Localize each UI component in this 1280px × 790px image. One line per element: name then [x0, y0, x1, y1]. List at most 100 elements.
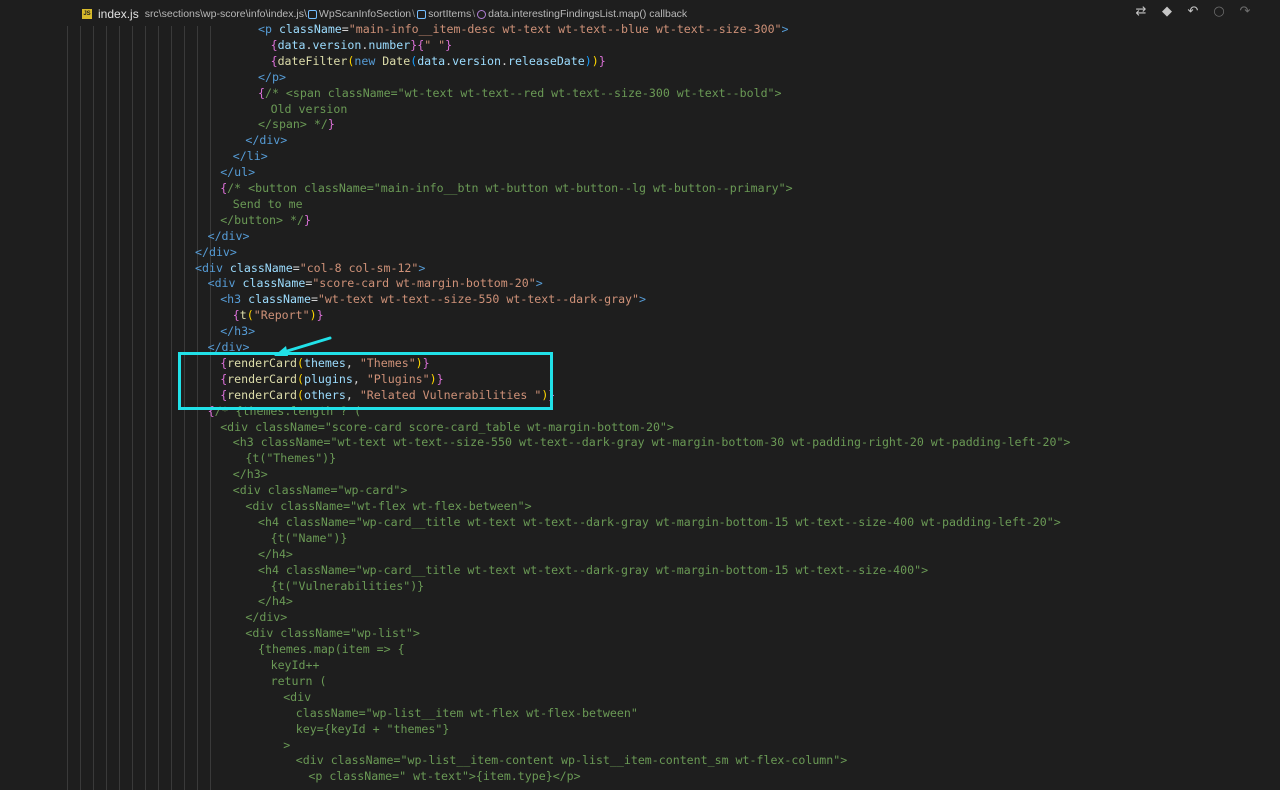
code-token: "wt-text wt-text--size-550 wt-text--dark…: [317, 292, 640, 307]
code-token: return (: [270, 673, 327, 688]
code-token: version: [312, 37, 362, 52]
code-line: <div className="wp-list">: [245, 625, 420, 641]
code-token: className: [248, 292, 311, 307]
code-token: releaseDate: [507, 53, 585, 68]
code-line: Old version: [271, 101, 348, 117]
code-line: key={keyId + "themes"}: [296, 721, 450, 737]
code-token: t: [239, 308, 247, 323]
code-token: <div className="wp-list__item-content wp…: [295, 753, 848, 768]
code-line: {/* <span className="wt-text wt-text--re…: [258, 85, 782, 101]
code-line: <p className="main-info__item-desc wt-te…: [258, 21, 789, 37]
code-token: {t("Vulnerabilities")}: [270, 578, 425, 593]
code-token: Old version: [270, 101, 348, 116]
code-line: {t("Report")}: [233, 307, 324, 323]
code-token: <h3: [220, 292, 249, 307]
code-token: <div className="wp-card">: [232, 483, 408, 498]
code-token: <div className="wp-list">: [245, 626, 420, 641]
go-forward-icon[interactable]: ↷: [1238, 5, 1252, 19]
code-line: {data.version.number}{" "}: [271, 37, 453, 53]
code-token: >: [639, 292, 646, 307]
code-token: "score-card wt-margin-bottom-20": [312, 276, 536, 291]
code-token: <div className="wt-flex wt-flex-between"…: [245, 499, 532, 513]
code-token: <p className=" wt-text">{item.type}</p>: [308, 769, 581, 784]
code-token: new: [354, 53, 383, 68]
code-line: </div>: [245, 609, 287, 625]
breadcrumb-separator: \: [472, 8, 476, 20]
code-token: className: [278, 22, 342, 36]
code-line: </h3>: [220, 323, 255, 339]
code-token: data: [417, 53, 446, 68]
code-line: {themes.map(item => {: [258, 641, 405, 657]
code-token: ): [309, 308, 317, 323]
code-token: (: [246, 308, 254, 323]
code-token: </h4>: [258, 546, 293, 561]
git-icon[interactable]: ◆: [1160, 5, 1174, 19]
code-line: {/* <button className="main-info__btn wt…: [220, 180, 792, 196]
code-token: "col-8 col-sm-12": [299, 260, 419, 275]
code-line: <p className=" wt-text">{item.type}</p>: [308, 768, 580, 784]
code-line: <h3 className="wt-text wt-text--size-550…: [233, 434, 1071, 450]
code-token: <div: [283, 689, 312, 704]
code-line: {t("Vulnerabilities")}: [271, 578, 425, 594]
code-token: </button> */: [220, 212, 304, 227]
code-line: </h4>: [258, 593, 293, 609]
code-token: </div>: [207, 228, 250, 243]
breadcrumb-method[interactable]: sortItems: [428, 8, 471, 20]
code-token: {t("Themes")}: [245, 451, 337, 466]
code-token: >: [283, 737, 291, 752]
code-token: =: [310, 292, 318, 307]
code-token: key={keyId + "themes"}: [295, 721, 450, 736]
breadcrumb: JS index.js src\sections\wp-score\info\i…: [82, 7, 687, 21]
code-token: </div>: [245, 610, 288, 625]
code-token: className="wp-list__item wt-flex wt-flex…: [295, 705, 638, 720]
code-token: <h4 className="wp-card__title wt-text wt…: [258, 562, 929, 577]
code-token: className: [242, 276, 306, 291]
compare-changes-icon[interactable]: ⇄: [1134, 5, 1148, 19]
callback-symbol-icon: [477, 9, 487, 19]
code-token: "main-info__item-desc wt-text wt-text--b…: [348, 22, 782, 36]
method-symbol-icon: [417, 9, 427, 19]
code-line: <h3 className="wt-text wt-text--size-550…: [220, 291, 646, 307]
code-token: number: [368, 37, 411, 52]
code-token: </div>: [245, 133, 288, 148]
breadcrumb-component[interactable]: WpScanInfoSection: [319, 8, 411, 20]
editor-actions: ⇄ ◆ ↶ ○ ↷: [1134, 5, 1252, 19]
code-token: {: [270, 37, 278, 52]
code-line: className="wp-list__item wt-flex wt-flex…: [296, 705, 638, 721]
code-token: keyId++: [270, 658, 320, 672]
code-line: <div: [283, 689, 311, 705]
code-token: Date: [382, 53, 411, 68]
code-token: >: [781, 22, 789, 36]
code-token: data: [277, 37, 306, 52]
code-token: <div: [207, 276, 243, 291]
code-token: <h4 className="wp-card__title wt-text wt…: [258, 514, 1061, 529]
code-token: <div className="score-card score-card_ta…: [220, 419, 674, 434]
code-token: {themes.map(item => {: [258, 642, 405, 657]
code-token: }: [445, 37, 453, 52]
code-token: .: [500, 53, 508, 68]
annotation-arrow-icon: [274, 336, 332, 356]
code-line: <div className="wp-list__item-content wp…: [296, 752, 847, 768]
go-back-icon[interactable]: ↶: [1186, 5, 1200, 19]
code-token: >: [418, 260, 426, 275]
code-token: {: [258, 85, 265, 100]
code-token: </h3>: [232, 467, 268, 482]
breadcrumb-path[interactable]: src\sections\wp-score\info\index.js\: [145, 8, 307, 20]
code-token: /* <button className="main-info__btn wt-…: [227, 181, 793, 195]
code-token: </span> */: [258, 117, 328, 132]
code-line: return (: [271, 673, 327, 689]
code-token: <div: [195, 260, 230, 275]
code-line: </div>: [195, 244, 237, 260]
code-line: {dateFilter(new Date(data.version.releas…: [271, 53, 606, 69]
code-token: }: [303, 212, 311, 227]
breadcrumb-callback[interactable]: data.interestingFindingsList.map() callb…: [488, 8, 687, 20]
component-symbol-icon: [307, 9, 317, 19]
code-token: ): [591, 53, 599, 68]
code-token: </h4>: [258, 594, 293, 609]
go-middle-icon[interactable]: ○: [1212, 5, 1226, 19]
breadcrumb-file-name[interactable]: index.js: [98, 7, 139, 21]
code-line: </span> */}: [258, 116, 335, 132]
code-line: </div>: [208, 228, 250, 244]
code-line: <div className="score-card wt-margin-bot…: [208, 275, 543, 291]
code-token: " ": [424, 37, 446, 52]
